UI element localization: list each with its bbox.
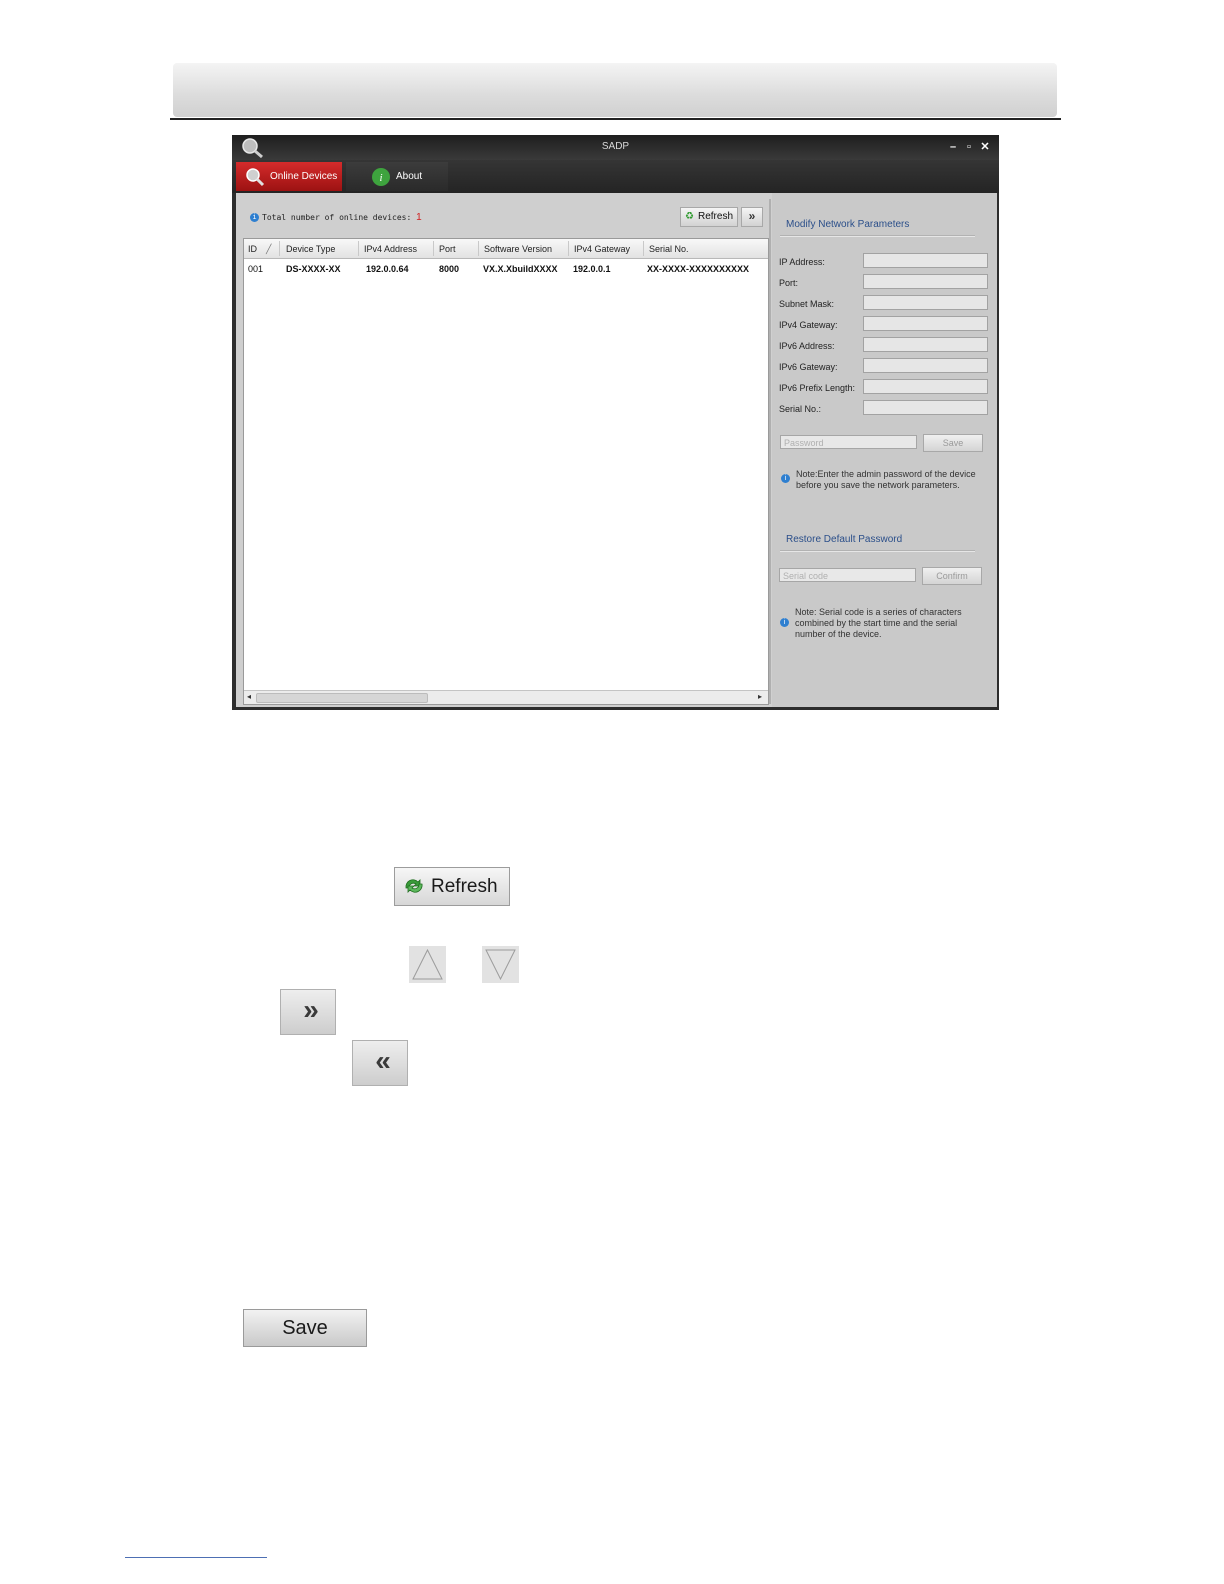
search-device-icon	[246, 168, 265, 187]
total-devices-label: Total number of online devices:	[262, 213, 412, 222]
document-header-bar	[173, 63, 1057, 117]
sort-ascending-icon	[409, 946, 446, 983]
column-separator	[478, 241, 479, 256]
table-header: ID ╱ Device Type IPv4 Address Port Softw…	[244, 239, 768, 259]
column-header-serial-no[interactable]: Serial No.	[649, 244, 689, 254]
expand-button-illustration: »	[280, 989, 336, 1035]
cell-serial-no: XX-XXXX-XXXXXXXXXX	[647, 264, 750, 274]
refresh-icon	[405, 879, 423, 893]
ipv4-gateway-label: IPv4 Gateway:	[779, 320, 838, 330]
cell-ipv4-address: 192.0.0.64	[366, 264, 409, 274]
ipv4-gateway-field[interactable]	[863, 316, 988, 331]
refresh-button-label: Refresh	[698, 211, 734, 222]
cell-device-type: DS-XXXX-XX	[286, 264, 341, 274]
minimize-icon[interactable]: –	[947, 141, 959, 153]
subnet-mask-field[interactable]	[863, 295, 988, 310]
refresh-label: Refresh	[431, 876, 498, 897]
tab-about[interactable]: i About	[346, 162, 448, 191]
ipv6-prefix-length-label: IPv6 Prefix Length:	[779, 383, 856, 393]
confirm-button[interactable]: Confirm	[922, 567, 982, 585]
serial-no-field[interactable]	[863, 400, 988, 415]
info-icon: i	[780, 618, 789, 627]
column-separator	[433, 241, 434, 256]
column-separator	[643, 241, 644, 256]
close-icon[interactable]: ✕	[979, 141, 991, 153]
column-header-id[interactable]: ID	[248, 244, 257, 254]
scroll-left-icon[interactable]: ◂	[247, 692, 251, 701]
cell-port: 8000	[439, 264, 460, 274]
cell-ipv4-gateway: 192.0.0.1	[573, 264, 611, 274]
subnet-mask-label: Subnet Mask:	[779, 299, 835, 309]
main-content: i Total number of online devices: 1 ♻ Ref…	[236, 193, 997, 707]
save-note: Note:Enter the admin password of the dev…	[796, 469, 976, 490]
cell-id: 001	[248, 264, 264, 274]
total-devices-count: 1	[416, 212, 422, 223]
sadp-window: SADP – ▫ ✕ Online Devices i About i Total…	[232, 135, 999, 710]
column-header-ipv4-address[interactable]: IPv4 Address	[364, 244, 417, 254]
ipv6-prefix-length-field[interactable]	[863, 379, 988, 394]
column-header-device-type[interactable]: Device Type	[286, 244, 335, 254]
ipv6-address-label: IPv6 Address:	[779, 341, 835, 351]
info-icon: i	[372, 168, 390, 186]
column-separator	[568, 241, 569, 256]
ipv6-gateway-field[interactable]	[863, 358, 988, 373]
column-header-software-version[interactable]: Software Version	[484, 244, 552, 254]
save-button[interactable]: Save	[923, 434, 983, 452]
expand-panel-button[interactable]: »	[741, 207, 763, 227]
tab-bar: Online Devices i About	[232, 160, 999, 193]
tab-online-devices[interactable]: Online Devices	[236, 162, 342, 191]
table-row[interactable]: 001 DS-XXXX-XX 192.0.0.64 8000 VX.X.Xbui…	[244, 259, 768, 277]
column-separator	[279, 241, 280, 256]
sort-descending-icon	[482, 946, 519, 983]
svg-text:i: i	[379, 172, 382, 184]
ipv6-address-field[interactable]	[863, 337, 988, 352]
ipv6-gateway-label: IPv6 Gateway:	[779, 362, 838, 372]
section-rule	[780, 550, 975, 552]
device-list-panel: i Total number of online devices: 1 ♻ Ref…	[236, 193, 770, 707]
modify-parameters-panel: Modify Network Parameters IP Address: Po…	[772, 193, 997, 707]
maximize-icon[interactable]: ▫	[963, 141, 975, 153]
total-devices-line: i Total number of online devices: 1	[250, 212, 422, 223]
column-separator	[358, 241, 359, 256]
password-input[interactable]: Password	[780, 435, 917, 449]
panel-divider	[769, 199, 771, 704]
cell-software-version: VX.X.XbuildXXXX	[483, 264, 558, 274]
tab-about-label: About	[396, 171, 423, 182]
info-icon: i	[250, 213, 259, 222]
serial-code-input[interactable]: Serial code	[779, 568, 916, 582]
footnote-rule	[125, 1557, 267, 1558]
serial-code-note: Note: Serial code is a series of charact…	[795, 607, 962, 639]
document-header-rule	[170, 118, 1061, 120]
refresh-button[interactable]: ♻ Refresh	[680, 207, 738, 227]
info-icon: i	[781, 474, 790, 483]
restore-default-password-title: Restore Default Password	[786, 534, 903, 545]
sort-ascending-icon[interactable]: ╱	[266, 244, 271, 255]
window-title: SADP	[601, 141, 630, 152]
save-button-illustration: Save	[243, 1309, 367, 1347]
section-rule	[780, 235, 975, 237]
ip-address-field[interactable]	[863, 253, 988, 268]
title-bar: SADP – ▫ ✕	[232, 135, 999, 160]
device-table: ID ╱ Device Type IPv4 Address Port Softw…	[243, 238, 769, 705]
scrollbar-thumb[interactable]	[256, 693, 428, 703]
port-field[interactable]	[863, 274, 988, 289]
refresh-icon: ♻	[685, 211, 694, 222]
horizontal-scrollbar[interactable]: ◂ ▸	[244, 690, 768, 704]
modify-network-parameters-title: Modify Network Parameters	[786, 219, 910, 230]
tab-online-devices-label: Online Devices	[270, 171, 338, 182]
serial-no-label: Serial No.:	[779, 404, 822, 414]
column-header-port[interactable]: Port	[439, 244, 456, 254]
column-header-ipv4-gateway[interactable]: IPv4 Gateway	[574, 244, 630, 254]
scroll-right-icon[interactable]: ▸	[758, 692, 762, 701]
port-label: Port:	[779, 278, 799, 288]
collapse-button-illustration: «	[352, 1040, 408, 1086]
ip-address-label: IP Address:	[779, 257, 825, 267]
refresh-button-illustration: Refresh	[394, 867, 510, 906]
